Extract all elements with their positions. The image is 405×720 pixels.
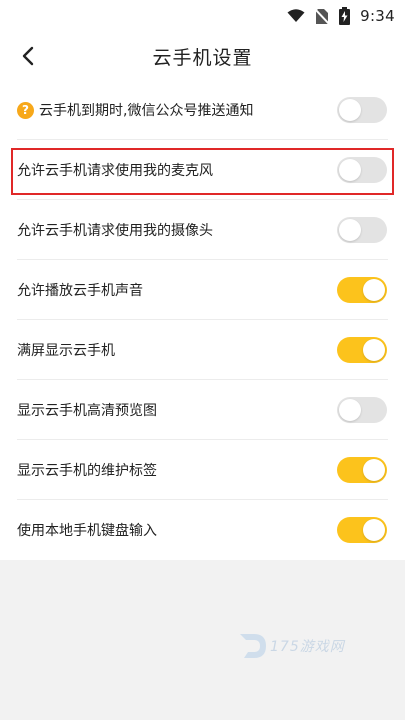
setting-row-wechat-notify: ? 云手机到期时,微信公众号推送通知 [0, 80, 405, 140]
setting-row-camera: 允许云手机请求使用我的摄像头 [0, 200, 405, 260]
toggle-switch[interactable] [337, 97, 387, 123]
toggle-knob [339, 99, 361, 121]
toggle-knob [363, 459, 385, 481]
toggle-knob [363, 519, 385, 541]
status-time: 9:34 [360, 7, 395, 25]
toggle-switch[interactable] [337, 217, 387, 243]
watermark: 175游戏网 [236, 628, 361, 664]
toggle-knob [339, 399, 361, 421]
setting-label: 使用本地手机键盘输入 [17, 523, 157, 539]
setting-label: 允许云手机请求使用我的摄像头 [17, 223, 213, 239]
setting-label: 允许云手机请求使用我的麦克风 [17, 163, 213, 179]
toggle-switch[interactable] [337, 277, 387, 303]
setting-label: 允许播放云手机声音 [17, 283, 143, 299]
toggle-switch[interactable] [337, 517, 387, 543]
help-icon[interactable]: ? [17, 101, 34, 119]
wifi-icon [287, 9, 305, 22]
setting-row-local-keyboard: 使用本地手机键盘输入 [0, 500, 405, 560]
setting-row-fullscreen: 满屏显示云手机 [0, 320, 405, 380]
watermark-logo-icon [240, 634, 266, 658]
toggle-knob [339, 219, 361, 241]
toggle-switch[interactable] [337, 337, 387, 363]
toggle-switch[interactable] [337, 457, 387, 483]
setting-row-maintenance-tag: 显示云手机的维护标签 [0, 440, 405, 500]
page-title: 云手机设置 [152, 47, 253, 69]
setting-row-sound: 允许播放云手机声音 [0, 260, 405, 320]
setting-row-hd-preview: 显示云手机高清预览图 [0, 380, 405, 440]
settings-list: ? 云手机到期时,微信公众号推送通知 允许云手机请求使用我的麦克风 允许云手机请… [0, 80, 405, 560]
setting-label: 显示云手机高清预览图 [17, 403, 157, 419]
watermark-text: 175游戏网 [270, 639, 345, 655]
toggle-knob [363, 279, 385, 301]
status-bar: 9:34 [0, 0, 405, 32]
toggle-switch[interactable] [337, 157, 387, 183]
setting-label: 满屏显示云手机 [17, 343, 115, 359]
battery-charging-icon [339, 7, 351, 25]
toggle-knob [363, 339, 385, 361]
setting-label: 云手机到期时,微信公众号推送通知 [39, 103, 254, 119]
toggle-knob [339, 159, 361, 181]
app-bar: 云手机设置 [0, 32, 405, 80]
no-sim-icon [315, 7, 330, 25]
setting-label: 显示云手机的维护标签 [17, 463, 157, 479]
toggle-switch[interactable] [337, 397, 387, 423]
setting-row-microphone: 允许云手机请求使用我的麦克风 [0, 140, 405, 200]
